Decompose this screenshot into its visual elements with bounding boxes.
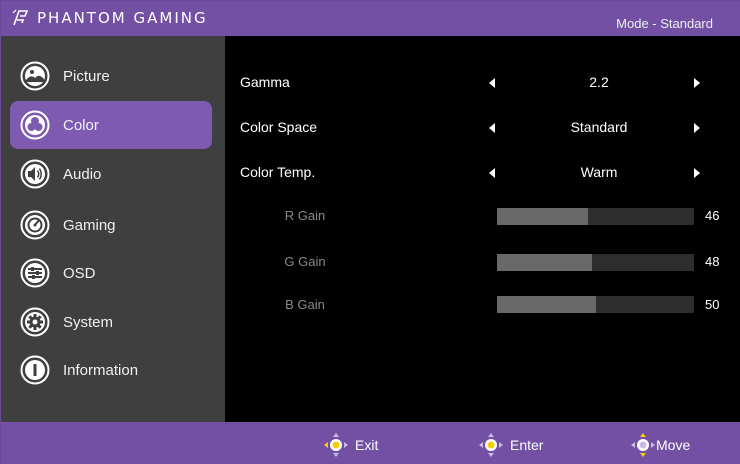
- sidebar-item-system[interactable]: System: [10, 298, 212, 346]
- sidebar-item-label: Gaming: [63, 216, 116, 234]
- sidebar-item-label: Information: [63, 361, 139, 379]
- color-space-label: Color Space: [240, 119, 318, 135]
- b-gain-label: B Gain: [285, 297, 325, 312]
- color-space-left-arrow-icon[interactable]: [489, 123, 495, 133]
- mode-indicator: Mode - Standard: [616, 16, 713, 31]
- color-icon: [20, 110, 50, 140]
- sidebar-item-color[interactable]: Color: [10, 101, 212, 149]
- r-gain-slider[interactable]: [497, 208, 694, 225]
- color-space-right-arrow-icon[interactable]: [694, 123, 700, 133]
- color-space-value[interactable]: Standard: [525, 119, 673, 135]
- move-label: Move: [656, 437, 691, 453]
- r-gain-value: 46: [705, 208, 720, 223]
- b-gain-fill: [497, 296, 596, 313]
- color-temp-right-arrow-icon[interactable]: [694, 168, 700, 178]
- sidebar-item-label: System: [63, 313, 114, 331]
- audio-icon: [20, 159, 50, 189]
- b-gain-value: 50: [705, 297, 720, 312]
- sidebar-item-label: Audio: [63, 165, 102, 183]
- color-temp-left-arrow-icon[interactable]: [489, 168, 495, 178]
- brand-name: PHANTOM GAMING: [37, 9, 208, 27]
- color-temp-value[interactable]: Warm: [525, 164, 673, 180]
- osd-icon: [20, 258, 50, 288]
- gamma-label: Gamma: [240, 74, 290, 90]
- gear-icon: [20, 307, 50, 337]
- exit-label: Exit: [355, 437, 379, 453]
- gamma-right-arrow-icon[interactable]: [694, 78, 700, 88]
- joystick-press-icon: [479, 433, 503, 457]
- sidebar-item-label: Color: [63, 116, 99, 134]
- joystick-left-icon: [324, 433, 348, 457]
- r-gain-label: R Gain: [284, 208, 326, 223]
- sidebar-item-picture[interactable]: Picture: [10, 52, 212, 100]
- osd-window: PHANTOM GAMING Mode - Standard Picture C…: [0, 0, 740, 464]
- enter-hint[interactable]: Enter: [478, 432, 543, 458]
- enter-label: Enter: [510, 437, 544, 453]
- header-bar: PHANTOM GAMING Mode - Standard: [1, 1, 740, 36]
- sidebar-item-audio[interactable]: Audio: [10, 150, 212, 198]
- sidebar-item-gaming[interactable]: Gaming: [10, 201, 212, 249]
- footer-bar: Exit Enter Move: [1, 422, 740, 464]
- information-icon: [20, 355, 50, 385]
- r-gain-fill: [497, 208, 588, 225]
- sidebar: Picture Color Audio Gaming OSD System In…: [1, 36, 225, 422]
- g-gain-fill: [497, 254, 592, 271]
- brand: PHANTOM GAMING: [11, 9, 208, 27]
- gamma-value[interactable]: 2.2: [525, 74, 673, 90]
- exit-hint[interactable]: Exit: [323, 432, 378, 458]
- g-gain-value: 48: [705, 254, 720, 269]
- gaming-icon: [20, 210, 50, 240]
- phantom-gaming-logo-icon: [12, 9, 29, 26]
- move-hint[interactable]: Move: [630, 432, 690, 458]
- sidebar-item-osd[interactable]: OSD: [10, 249, 212, 297]
- joystick-updown-icon: [631, 433, 655, 457]
- sidebar-item-information[interactable]: Information: [10, 346, 212, 394]
- g-gain-label: G Gain: [284, 254, 326, 269]
- sidebar-item-label: Picture: [63, 67, 110, 85]
- g-gain-slider[interactable]: [497, 254, 694, 271]
- sidebar-item-label: OSD: [63, 264, 96, 282]
- b-gain-slider[interactable]: [497, 296, 694, 313]
- gamma-left-arrow-icon[interactable]: [489, 78, 495, 88]
- picture-icon: [20, 61, 50, 91]
- color-temp-label: Color Temp.: [240, 164, 316, 180]
- settings-panel: Gamma 2.2 Color Space Standard Color Tem…: [225, 36, 740, 422]
